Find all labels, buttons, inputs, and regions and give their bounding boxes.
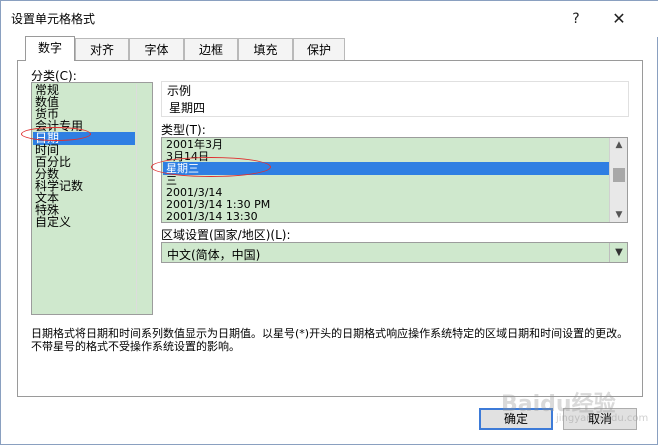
- type-label: 类型(T):: [161, 123, 206, 137]
- locale-select[interactable]: 中文(简体，中国) ▼: [161, 242, 628, 263]
- baidu-watermark-url: jingyan.baidu.com: [556, 413, 649, 424]
- tab-fill[interactable]: 填充: [238, 38, 293, 60]
- tab-alignment[interactable]: 对齐: [75, 38, 129, 60]
- type-scrollbar[interactable]: ▲ ▼: [609, 138, 627, 222]
- scroll-up-icon[interactable]: ▲: [610, 138, 627, 152]
- locale-label: 区域设置(国家/地区)(L):: [161, 228, 291, 242]
- type-list[interactable]: 2001年3月 3月14日 星期三 三 2001/3/14 2001/3/14 …: [161, 137, 628, 223]
- close-button[interactable]: ✕: [601, 6, 637, 32]
- type-item-datetime-24h[interactable]: 2001/3/14 13:30: [166, 211, 258, 223]
- dialog-title: 设置单元格格式: [11, 12, 96, 26]
- title-bar: 设置单元格格式 ? ✕: [1, 1, 658, 37]
- annotation-oval-date-category: [21, 127, 91, 141]
- tab-border[interactable]: 边框: [184, 38, 238, 60]
- format-description: 日期格式将日期和时间系列数值显示为日期值。以星号(*)开头的日期格式响应操作系统…: [31, 327, 629, 353]
- tab-font[interactable]: 字体: [129, 38, 184, 60]
- locale-value: 中文(简体，中国): [167, 248, 261, 262]
- category-item-custom[interactable]: 自定义: [35, 216, 71, 228]
- chevron-down-icon[interactable]: ▼: [609, 243, 628, 262]
- category-list[interactable]: 常规 数值 货币 会计专用 日期 时间 百分比 分数 科学记数 文本 特殊 自定…: [31, 82, 153, 315]
- format-cells-dialog: 设置单元格格式 ? ✕ 数字 对齐 字体 边框 填充 保护 分类(C): 常规 …: [0, 0, 658, 445]
- tab-protection[interactable]: 保护: [293, 38, 345, 60]
- annotation-oval-weekday-type: [151, 157, 271, 177]
- sample-group: [161, 81, 629, 117]
- scroll-down-icon[interactable]: ▼: [610, 208, 627, 222]
- scroll-thumb[interactable]: [613, 168, 625, 182]
- category-scrollbar[interactable]: [136, 84, 153, 313]
- tab-number[interactable]: 数字: [25, 36, 75, 61]
- help-button[interactable]: ?: [561, 6, 591, 32]
- sample-value: 星期四: [169, 101, 206, 115]
- sample-label: 示例: [165, 82, 194, 99]
